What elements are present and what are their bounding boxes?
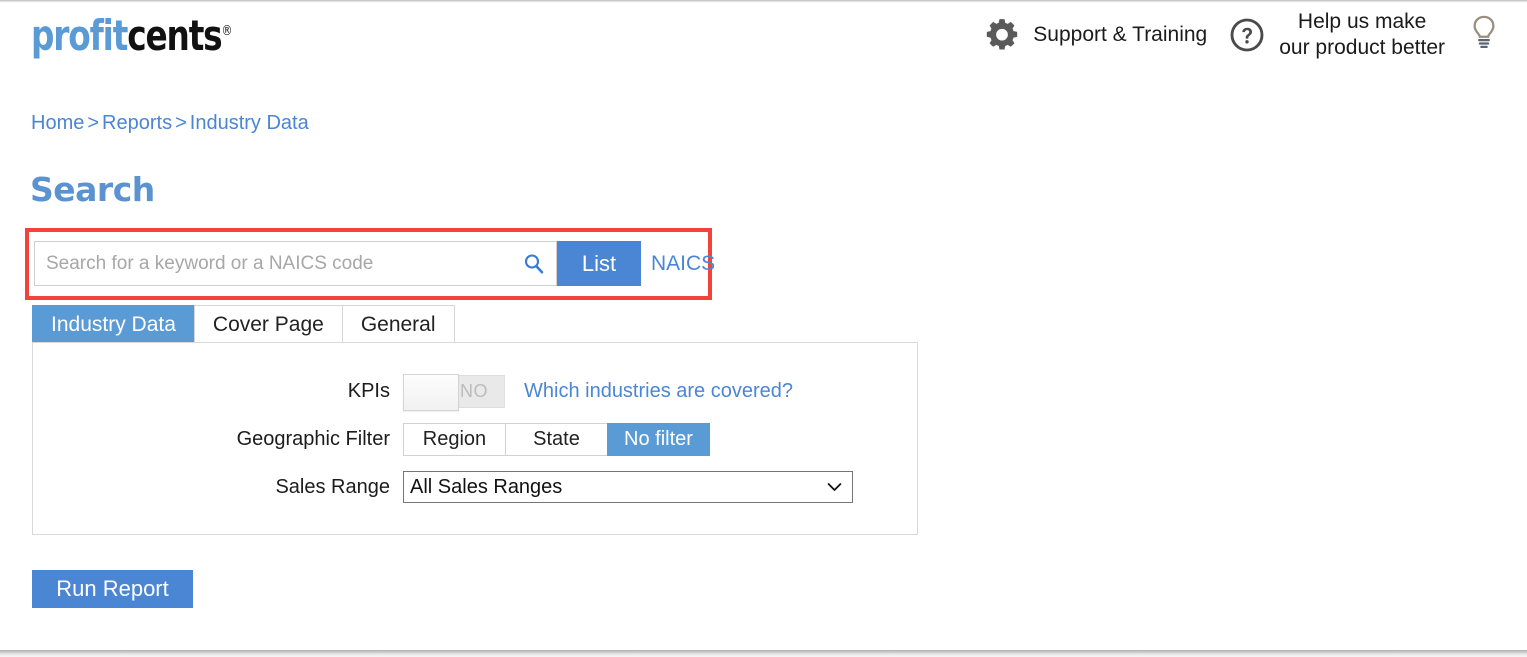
tab-general[interactable]: General xyxy=(341,305,455,343)
question-mark-circle-icon xyxy=(1229,17,1265,53)
help-line-1: Help us make xyxy=(1297,10,1427,33)
run-report-button[interactable]: Run Report xyxy=(32,570,193,608)
breadcrumb-item-industry-data[interactable]: Industry Data xyxy=(190,112,309,134)
help-line-2: our product better xyxy=(1279,35,1445,59)
kpis-toggle-state: NO xyxy=(460,381,488,401)
logo-trademark: ® xyxy=(221,23,233,39)
lightbulb-icon[interactable] xyxy=(1461,13,1501,57)
tab-cover-page[interactable]: Cover Page xyxy=(193,305,343,343)
geographic-filter-row: Geographic Filter Region State No filter xyxy=(33,423,710,456)
sales-range-label: Sales Range xyxy=(275,475,390,498)
breadcrumb-item-reports[interactable]: Reports xyxy=(102,112,172,134)
tab-industry-data[interactable]: Industry Data xyxy=(32,305,195,343)
geographic-filter-options: Region State No filter xyxy=(403,423,710,456)
list-button[interactable]: List xyxy=(557,241,641,286)
support-training-link[interactable]: Support & Training xyxy=(983,16,1229,54)
magnifier-icon[interactable] xyxy=(522,252,546,276)
report-tabs: Industry Data Cover Page General xyxy=(32,305,455,343)
help-feedback-link[interactable]: Help us make our product better xyxy=(1229,9,1501,60)
geo-option-no-filter[interactable]: No filter xyxy=(607,423,710,456)
sales-range-select-wrap[interactable]: All Sales Ranges xyxy=(403,471,853,503)
support-training-label: Support & Training xyxy=(1033,22,1208,46)
profitcents-logo[interactable]: profitcents® xyxy=(31,15,232,57)
sales-range-select[interactable]: All Sales Ranges xyxy=(403,471,853,503)
page-title: Search xyxy=(30,170,155,209)
breadcrumb: Home > Reports > Industry Data xyxy=(31,112,309,135)
logo-text-secondary: cents xyxy=(127,11,222,60)
search-input[interactable] xyxy=(44,251,522,276)
breadcrumb-separator: > xyxy=(87,112,100,134)
sales-range-row: Sales Range All Sales Ranges xyxy=(33,471,853,503)
kpis-row: KPIs NO Which industries are covered? xyxy=(33,374,793,411)
kpis-label: KPIs xyxy=(347,380,390,402)
search-field[interactable] xyxy=(34,241,557,286)
logo-text-primary: profit xyxy=(31,11,128,60)
naics-link[interactable]: NAICS xyxy=(651,252,715,276)
header-actions: Support & Training Help us make our prod… xyxy=(983,9,1501,60)
industry-data-form-panel: KPIs NO Which industries are covered? Ge… xyxy=(32,342,918,535)
geographic-filter-label: Geographic Filter xyxy=(236,428,390,450)
gear-icon xyxy=(983,16,1021,54)
geo-option-region[interactable]: Region xyxy=(403,423,506,456)
help-feedback-label: Help us make our product better xyxy=(1279,9,1445,60)
breadcrumb-item-home[interactable]: Home xyxy=(31,112,84,134)
page-bottom-border xyxy=(0,650,1527,657)
geo-option-state[interactable]: State xyxy=(505,423,608,456)
which-industries-covered-link[interactable]: Which industries are covered? xyxy=(524,380,793,403)
search-bar: List NAICS xyxy=(34,241,715,286)
kpis-toggle-knob xyxy=(403,374,459,411)
breadcrumb-separator: > xyxy=(175,112,187,134)
app-header: profitcents® Support & Training Help us … xyxy=(0,3,1527,95)
kpis-toggle[interactable]: NO xyxy=(403,374,505,411)
